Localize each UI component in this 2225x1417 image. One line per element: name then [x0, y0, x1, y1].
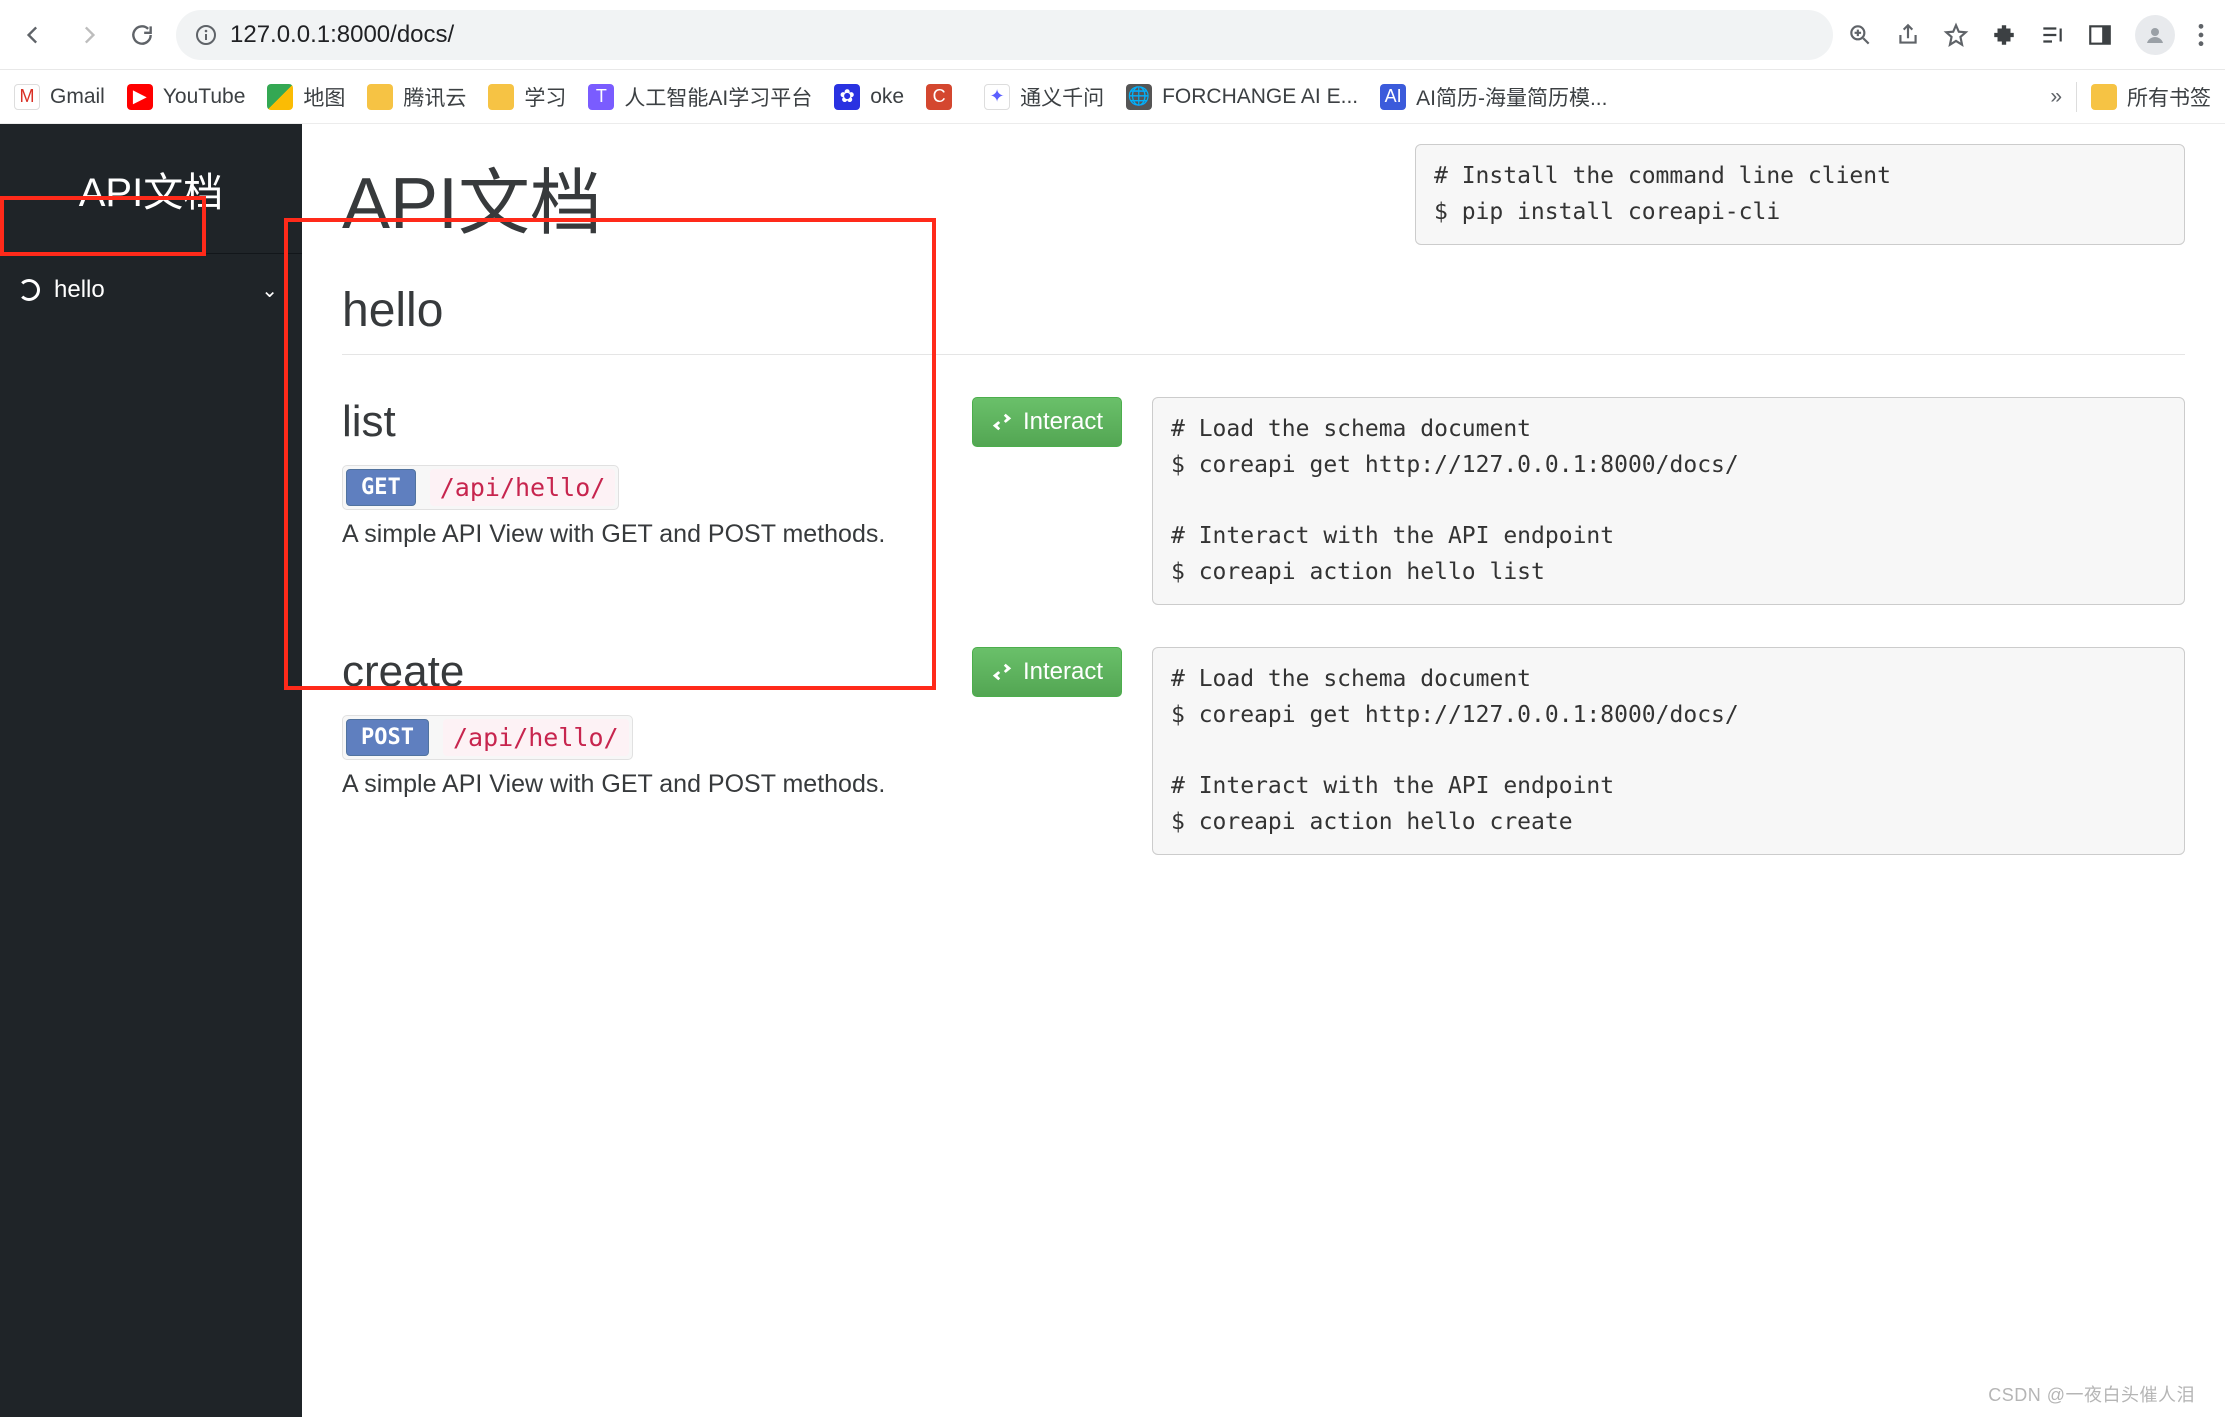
endpoint-name: create	[342, 647, 464, 697]
api-path: /api/hello/	[443, 719, 629, 756]
menu-icon[interactable]	[2197, 22, 2205, 48]
browser-toolbar: 127.0.0.1:8000/docs/	[0, 0, 2225, 70]
bookmark-oke[interactable]: ✿oke	[834, 84, 904, 110]
ai2-icon: AI	[1380, 84, 1406, 110]
sidebar-item-label: hello	[54, 276, 247, 304]
endpoint-name: list	[342, 397, 396, 447]
globe-icon: 🌐	[1126, 84, 1152, 110]
sidebar: API文档 hello ⌄	[0, 124, 302, 1417]
gmail-icon: M	[14, 84, 40, 110]
ai-icon: T	[588, 84, 614, 110]
http-method: GET	[346, 469, 416, 506]
toolbar-right	[1847, 15, 2211, 55]
sidebar-item-hello[interactable]: hello ⌄	[0, 254, 302, 326]
back-button[interactable]	[14, 15, 54, 55]
bookmark-overflow[interactable]: »	[2050, 85, 2062, 109]
share-icon[interactable]	[1895, 22, 1921, 48]
endpoint-description: A simple API View with GET and POST meth…	[342, 770, 1122, 799]
main-content: API文档 # Install the command line client …	[302, 124, 2225, 1417]
bookmark-bar: MGmail ▶YouTube 地图 腾讯云 学习 T人工智能AI学习平台 ✿o…	[0, 70, 2225, 124]
bookmark-forchange[interactable]: 🌐FORCHANGE AI E...	[1126, 84, 1358, 110]
bookmark-ai-platform[interactable]: T人工智能AI学习平台	[588, 82, 812, 112]
bookmark-folder-study[interactable]: 学习	[488, 82, 566, 112]
reload-button[interactable]	[122, 15, 162, 55]
example-codebox: # Load the schema document $ coreapi get…	[1152, 647, 2185, 855]
side-panel-icon[interactable]	[2087, 22, 2113, 48]
api-path: /api/hello/	[430, 469, 616, 506]
bookmark-maps[interactable]: 地图	[267, 82, 345, 112]
profile-button[interactable]	[2135, 15, 2175, 55]
youtube-icon: ▶	[127, 84, 153, 110]
method-path: GET /api/hello/	[342, 465, 619, 510]
qwen-icon: ✦	[984, 84, 1010, 110]
extensions-icon[interactable]	[1991, 22, 2017, 48]
site-info-icon[interactable]	[194, 23, 218, 47]
loading-ring-icon	[18, 279, 40, 301]
reading-list-icon[interactable]	[2039, 22, 2065, 48]
bookmark-c[interactable]: C	[926, 84, 962, 110]
c-icon: C	[926, 84, 952, 110]
endpoint-create: create Interact POST /api/hello/ A simpl…	[342, 647, 2185, 855]
section-title: hello	[342, 283, 2185, 355]
interact-button[interactable]: Interact	[972, 647, 1122, 697]
folder-icon	[488, 84, 514, 110]
method-path: POST /api/hello/	[342, 715, 633, 760]
bookmark-ai-resume[interactable]: AIAI简历-海量简历模...	[1380, 82, 1607, 112]
http-method: POST	[346, 719, 429, 756]
all-bookmarks[interactable]: 所有书签	[2091, 82, 2211, 112]
bookmark-gmail[interactable]: MGmail	[14, 84, 105, 110]
bookmark-folder-tencent[interactable]: 腾讯云	[367, 82, 466, 112]
example-codebox: # Load the schema document $ coreapi get…	[1152, 397, 2185, 605]
bookmark-youtube[interactable]: ▶YouTube	[127, 84, 246, 110]
folder-icon	[2091, 84, 2117, 110]
interact-arrows-icon	[991, 662, 1013, 682]
maps-icon	[267, 84, 293, 110]
sidebar-title: API文档	[0, 124, 302, 254]
page: API文档 hello ⌄ API文档 # Install the comman…	[0, 124, 2225, 1417]
watermark: CSDN @一夜白头催人泪	[1988, 1381, 2195, 1407]
baidu-icon: ✿	[834, 84, 860, 110]
interact-button[interactable]: Interact	[972, 397, 1122, 447]
divider	[2076, 82, 2077, 112]
page-title: API文档	[342, 144, 602, 249]
folder-icon	[367, 84, 393, 110]
install-codebox: # Install the command line client $ pip …	[1415, 144, 2185, 245]
forward-button[interactable]	[68, 15, 108, 55]
interact-arrows-icon	[991, 412, 1013, 432]
chevron-down-icon: ⌄	[261, 278, 278, 303]
star-icon[interactable]	[1943, 22, 1969, 48]
zoom-icon[interactable]	[1847, 22, 1873, 48]
address-bar[interactable]: 127.0.0.1:8000/docs/	[176, 10, 1833, 60]
section-hello: hello list Interact GET /api/hello/	[342, 283, 2185, 855]
bookmark-qwen[interactable]: ✦通义千问	[984, 82, 1104, 112]
endpoint-list: list Interact GET /api/hello/ A simple A…	[342, 397, 2185, 605]
url-text: 127.0.0.1:8000/docs/	[230, 21, 454, 49]
endpoint-description: A simple API View with GET and POST meth…	[342, 520, 1122, 549]
